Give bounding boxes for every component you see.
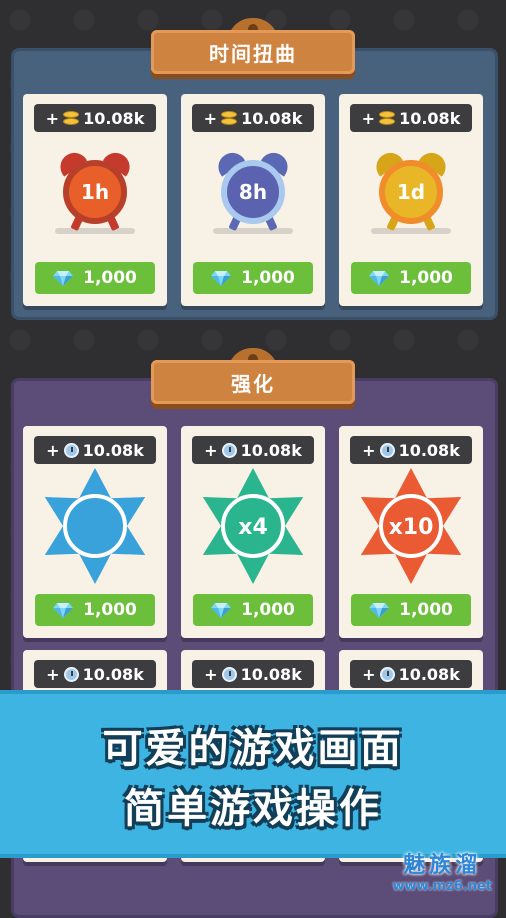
reward-value: 10.08k xyxy=(398,664,460,684)
boost-star-icon: x10 xyxy=(360,468,462,584)
plus-sign: + xyxy=(362,664,376,684)
boost-star-icon: x4 xyxy=(202,468,304,584)
duration-label: 1d xyxy=(389,170,433,214)
buy-button[interactable]: 1,000 xyxy=(193,262,313,294)
diamond-icon xyxy=(211,270,232,286)
reward-label: +10.08k xyxy=(350,436,472,464)
diamond-icon xyxy=(53,602,74,618)
multiplier-label: x10 xyxy=(389,515,434,540)
coin-stack-icon xyxy=(221,111,238,125)
time-warp-card[interactable]: +10.08k 1d 1,000 xyxy=(339,94,483,306)
plus-sign: + xyxy=(46,664,60,684)
boost-card[interactable]: +10.08k 1,000 xyxy=(23,426,167,638)
reward-value: 10.08k xyxy=(399,108,461,128)
clock-icon xyxy=(63,442,79,458)
diamond-icon xyxy=(53,270,74,286)
coin-stack-icon xyxy=(379,111,396,125)
clock-icon xyxy=(379,666,395,682)
watermark-name: 魅族溜 xyxy=(403,853,482,878)
duration-label: 1h xyxy=(73,170,117,214)
boost-star-icon xyxy=(44,468,146,584)
clock-icon xyxy=(379,442,395,458)
reward-value: 10.08k xyxy=(241,108,303,128)
buy-button[interactable]: 1,000 xyxy=(35,262,155,294)
plus-sign: + xyxy=(362,440,376,460)
duration-label: 8h xyxy=(231,170,275,214)
alarm-clock-icon: 8h xyxy=(207,146,299,242)
boost-sign: 强化 xyxy=(151,348,355,404)
reward-value: 10.08k xyxy=(83,108,145,128)
clock-icon xyxy=(221,442,237,458)
buy-button[interactable]: 1,000 xyxy=(193,594,313,626)
promo-banner: 可爱的游戏画面 简单游戏操作 xyxy=(0,690,506,858)
promo-line-2: 简单游戏操作 xyxy=(124,786,382,832)
alarm-clock-icon: 1d xyxy=(365,146,457,242)
boost-card[interactable]: +10.08k x4 1,000 xyxy=(181,426,325,638)
buy-button[interactable]: 1,000 xyxy=(351,262,471,294)
reward-value: 10.08k xyxy=(82,664,144,684)
buy-button[interactable]: 1,000 xyxy=(351,594,471,626)
watermark: 魅族溜 www.mz6.net xyxy=(392,847,492,894)
clock-icon xyxy=(221,666,237,682)
boost-title: 强化 xyxy=(151,360,355,404)
plus-sign: + xyxy=(46,440,60,460)
reward-label: +10.08k xyxy=(34,104,156,132)
time-warp-sign: 时间扭曲 xyxy=(151,18,355,74)
cost-value: 1,000 xyxy=(399,268,453,288)
boost-card[interactable]: +10.08k x10 1,000 xyxy=(339,426,483,638)
time-warp-title: 时间扭曲 xyxy=(151,30,355,74)
reward-label: +10.08k xyxy=(34,436,156,464)
reward-value: 10.08k xyxy=(82,440,144,460)
plus-sign: + xyxy=(204,664,218,684)
plus-sign: + xyxy=(204,440,218,460)
buy-button[interactable]: 1,000 xyxy=(35,594,155,626)
watermark-url: www.mz6.net xyxy=(392,879,492,894)
plus-sign: + xyxy=(45,108,60,128)
reward-label: +10.08k xyxy=(192,660,314,688)
diamond-icon xyxy=(369,602,390,618)
clock-icon xyxy=(63,666,79,682)
reward-label: +10.08k xyxy=(350,104,472,132)
coin-stack-icon xyxy=(63,111,80,125)
cost-value: 1,000 xyxy=(83,600,137,620)
reward-label: +10.08k xyxy=(350,660,472,688)
time-warp-card[interactable]: +10.08k 1h 1,000 xyxy=(23,94,167,306)
plus-sign: + xyxy=(361,108,376,128)
reward-label: +10.08k xyxy=(192,436,314,464)
multiplier-label: x4 xyxy=(238,515,268,540)
reward-value: 10.08k xyxy=(240,664,302,684)
diamond-icon xyxy=(211,602,232,618)
reward-label: +10.08k xyxy=(34,660,156,688)
time-warp-card[interactable]: +10.08k 8h 1,000 xyxy=(181,94,325,306)
plus-sign: + xyxy=(203,108,218,128)
cost-value: 1,000 xyxy=(241,600,295,620)
reward-value: 10.08k xyxy=(398,440,460,460)
promo-line-1: 可爱的游戏画面 xyxy=(102,726,404,772)
cost-value: 1,000 xyxy=(399,600,453,620)
reward-label: +10.08k xyxy=(192,104,314,132)
reward-value: 10.08k xyxy=(240,440,302,460)
cost-value: 1,000 xyxy=(241,268,295,288)
alarm-clock-icon: 1h xyxy=(49,146,141,242)
cost-value: 1,000 xyxy=(83,268,137,288)
diamond-icon xyxy=(369,270,390,286)
